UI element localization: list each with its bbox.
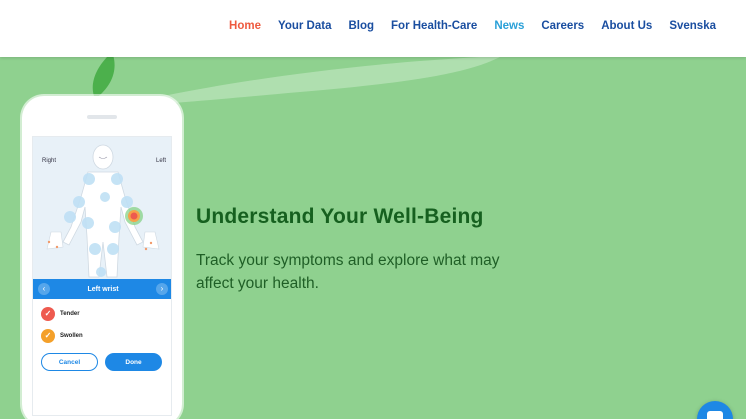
phone-mockup: Right Left ‹ Left wrist › ✓ Tender ✓ Swo… xyxy=(22,96,182,419)
option-tender-label: Tender xyxy=(60,311,80,317)
done-button[interactable]: Done xyxy=(105,353,162,371)
nav-blog[interactable]: Blog xyxy=(348,20,374,32)
body-map: Right Left xyxy=(33,137,171,279)
nav-home[interactable]: Home xyxy=(229,20,261,32)
option-tender[interactable]: ✓ Tender xyxy=(41,307,80,321)
check-icon[interactable]: ✓ xyxy=(41,307,55,321)
nav-for-health-care[interactable]: For Health-Care xyxy=(391,20,477,32)
site-header: Home Your Data Blog For Health-Care News… xyxy=(0,0,746,57)
phone-speaker xyxy=(87,115,117,119)
body-side-right-label: Right xyxy=(42,158,57,164)
nav-about-us[interactable]: About Us xyxy=(601,20,652,32)
body-side-left-label: Left xyxy=(155,158,166,164)
chevron-right-icon[interactable]: › xyxy=(156,283,168,295)
leaf-icon xyxy=(92,57,115,99)
nav-careers[interactable]: Careers xyxy=(541,20,584,32)
chat-bubble-icon xyxy=(707,411,723,419)
hero-section: Understand Your Well-Being Track your sy… xyxy=(0,57,746,419)
joint-selector-bar: ‹ Left wrist › xyxy=(33,279,171,299)
nav-svenska[interactable]: Svenska xyxy=(669,20,716,32)
hero-headline: Understand Your Well-Being xyxy=(196,205,484,228)
option-swollen[interactable]: ✓ Swollen xyxy=(41,329,83,343)
hero-subtext: Track your symptoms and explore what may… xyxy=(196,252,500,292)
chevron-left-icon[interactable]: ‹ xyxy=(38,283,50,295)
main-nav: Home Your Data Blog For Health-Care News… xyxy=(229,20,716,32)
phone-screen: Right Left ‹ Left wrist › ✓ Tender ✓ Swo… xyxy=(32,136,172,416)
option-swollen-label: Swollen xyxy=(60,333,83,339)
nav-news[interactable]: News xyxy=(494,20,524,32)
check-icon[interactable]: ✓ xyxy=(41,329,55,343)
nav-your-data[interactable]: Your Data xyxy=(278,20,331,32)
cancel-button[interactable]: Cancel xyxy=(41,353,98,371)
selected-joint-title: Left wrist xyxy=(87,285,119,293)
